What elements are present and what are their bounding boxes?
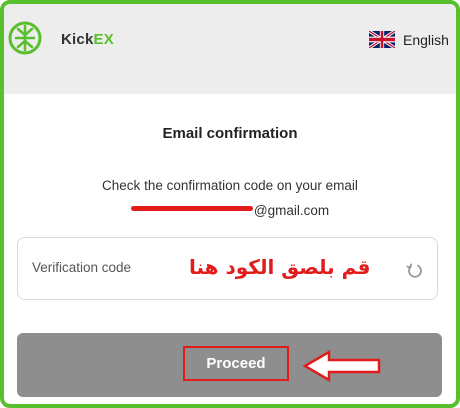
app-frame: KickEX English Email confirmation Check … [0, 0, 460, 408]
email-domain: @gmail.com [253, 203, 330, 218]
left-arrow-icon [303, 350, 381, 382]
verification-code-input[interactable]: Verification code قم بلصق الكود هنا [17, 237, 438, 300]
page-title: Email confirmation [162, 125, 298, 142]
brand-suffix: EX [93, 31, 114, 48]
paste-code-annotation: قم بلصق الكود هنا [189, 255, 371, 279]
proceed-button[interactable]: Proceed [183, 346, 289, 381]
confirmation-instruction: Check the confirmation code on your emai… [102, 178, 358, 193]
language-label: English [403, 31, 449, 48]
brand-logo-text: KickEX [61, 31, 114, 48]
kickex-logo-icon [8, 21, 42, 55]
proceed-bar[interactable]: Proceed [17, 333, 442, 397]
verification-code-placeholder: Verification code [32, 260, 132, 275]
language-selector[interactable]: English [369, 31, 449, 48]
header: KickEX English [4, 4, 456, 94]
email-address: @gmail.com [4, 203, 456, 218]
uk-flag-icon [369, 31, 395, 48]
redaction-mark [130, 205, 253, 211]
brand-prefix: Kick [61, 31, 94, 48]
refresh-icon[interactable] [404, 261, 424, 281]
